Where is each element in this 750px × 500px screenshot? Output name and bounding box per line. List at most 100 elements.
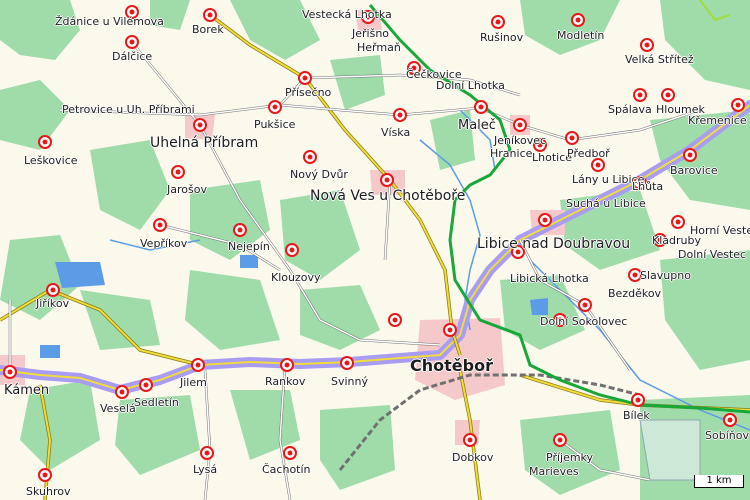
place-marker[interactable]	[723, 413, 737, 427]
place-label-sobinov[interactable]: Sobíňov	[705, 430, 749, 442]
place-label-jeniko[interactable]: Jeníkovec	[494, 135, 546, 147]
place-marker[interactable]	[46, 283, 60, 297]
place-marker[interactable]	[388, 313, 402, 327]
place-marker[interactable]	[340, 356, 354, 370]
place-label-dalcice[interactable]: Dálčice	[112, 51, 152, 63]
place-marker[interactable]	[298, 71, 312, 85]
place-label-zdanice[interactable]: Ždánice u Vilémova	[55, 16, 164, 28]
place-marker[interactable]	[3, 365, 17, 379]
place-label-jersino[interactable]: Jeřišno	[352, 28, 389, 40]
place-marker[interactable]	[640, 38, 654, 52]
place-label-novaves[interactable]: Nová Ves u Chotěboře	[310, 189, 465, 204]
place-marker[interactable]	[491, 15, 505, 29]
place-marker[interactable]	[303, 150, 317, 164]
place-marker[interactable]	[268, 100, 282, 114]
place-marker[interactable]	[233, 223, 247, 237]
place-marker[interactable]	[191, 358, 205, 372]
place-label-borek[interactable]: Borek	[192, 24, 224, 36]
place-label-velkastr[interactable]: Velká Střítež	[625, 54, 694, 66]
place-label-kladruby[interactable]: Kladruby	[652, 235, 701, 247]
place-label-puksice[interactable]: Pukšice	[254, 119, 295, 131]
place-label-jarosov[interactable]: Jarošov	[167, 184, 207, 196]
place-marker[interactable]	[591, 158, 605, 172]
place-label-libickalh[interactable]: Libická Lhotka	[510, 273, 589, 285]
place-label-leskovice[interactable]: Leškovice	[24, 155, 78, 167]
place-marker[interactable]	[125, 35, 139, 49]
place-label-cachotin[interactable]: Čachotín	[262, 464, 311, 476]
map-viewport[interactable]: Ždánice u Vilémova Dálčice Borek Vesteck…	[0, 0, 750, 500]
place-marker[interactable]	[171, 165, 185, 179]
place-label-vesela[interactable]: Veselá	[100, 403, 136, 415]
place-marker[interactable]	[443, 323, 457, 337]
place-marker[interactable]	[280, 358, 294, 372]
place-label-jilem[interactable]: Jilem	[180, 377, 207, 389]
place-marker[interactable]	[631, 393, 645, 407]
place-label-skuhrov[interactable]: Skuhrov	[26, 486, 70, 498]
place-label-dolnivestec[interactable]: Dolní Vestec	[678, 249, 746, 261]
place-marker[interactable]	[633, 88, 647, 102]
place-marker[interactable]	[571, 13, 585, 27]
place-marker[interactable]	[139, 378, 153, 392]
place-label-sucha[interactable]: Suchá u Libice	[566, 198, 646, 210]
place-label-rankov[interactable]: Rankov	[265, 376, 305, 388]
place-label-dolnisok[interactable]: Dolní Sokolovec	[540, 316, 627, 328]
place-marker[interactable]	[115, 385, 129, 399]
place-label-viska[interactable]: Víska	[381, 127, 410, 139]
place-marker[interactable]	[463, 433, 477, 447]
place-marker[interactable]	[683, 148, 697, 162]
place-label-prisecno[interactable]: Přísečno	[285, 87, 331, 99]
place-label-novydvur[interactable]: Nový Dvůr	[290, 169, 348, 181]
place-label-lysa[interactable]: Lysá	[193, 464, 217, 476]
place-label-predbor[interactable]: Předboř	[567, 148, 610, 160]
place-marker[interactable]	[285, 243, 299, 257]
place-marker[interactable]	[474, 100, 488, 114]
place-marker[interactable]	[565, 131, 579, 145]
place-label-jirikov[interactable]: Jiříkov	[36, 298, 69, 310]
place-label-dolnilhotka[interactable]: Dolní Lhotka	[436, 80, 505, 92]
place-marker[interactable]	[538, 213, 552, 227]
place-label-slavupno[interactable]: Slavupno	[640, 270, 691, 282]
place-label-lhotice[interactable]: Lhotice	[532, 152, 572, 164]
place-label-modletin[interactable]: Modletín	[557, 30, 604, 42]
place-marker[interactable]	[38, 468, 52, 482]
place-marker[interactable]	[193, 118, 207, 132]
place-label-kamen[interactable]: Kámen	[4, 384, 49, 398]
place-label-vestecka[interactable]: Vestecká Lhotka	[302, 9, 392, 21]
place-marker[interactable]	[200, 446, 214, 460]
place-marker[interactable]	[153, 218, 167, 232]
place-marker[interactable]	[283, 446, 297, 460]
place-label-dobkov[interactable]: Dobkov	[452, 452, 493, 464]
place-label-lhuta[interactable]: Lhůta	[632, 181, 663, 193]
place-marker[interactable]	[661, 88, 675, 102]
place-label-barovice[interactable]: Barovice	[670, 165, 718, 177]
place-label-bezdekov[interactable]: Bezděkov	[608, 288, 661, 300]
place-label-hranice[interactable]: Hranice	[490, 148, 532, 160]
place-label-prijemky[interactable]: Příjemky	[546, 452, 593, 464]
place-label-petrovice[interactable]: Petrovice u Uh. Příbrami	[62, 104, 195, 116]
place-label-uhelna[interactable]: Uhelná Příbram	[150, 136, 258, 151]
place-marker[interactable]	[513, 118, 527, 132]
place-marker[interactable]	[380, 173, 394, 187]
place-label-nejepin[interactable]: Nejepín	[228, 241, 270, 253]
place-label-chotebor[interactable]: Chotěboř	[410, 357, 493, 374]
place-label-sedletin[interactable]: Sedletín	[134, 397, 179, 409]
place-label-veprikov[interactable]: Vepříkov	[140, 238, 187, 250]
place-label-klouzovy[interactable]: Klouzovy	[271, 272, 321, 284]
place-marker[interactable]	[731, 98, 745, 112]
place-label-herman[interactable]: Heřmaň	[357, 42, 401, 54]
place-marker[interactable]	[553, 433, 567, 447]
place-label-bilek[interactable]: Bílek	[623, 410, 650, 422]
place-marker[interactable]	[38, 135, 52, 149]
place-label-malec[interactable]: Maleč	[458, 119, 496, 133]
place-marker[interactable]	[393, 108, 407, 122]
place-label-libice[interactable]: Libice nad Doubravou	[477, 237, 630, 252]
place-label-marieves[interactable]: Marieves	[529, 466, 579, 478]
place-marker[interactable]	[203, 8, 217, 22]
place-label-svinny[interactable]: Svinný	[331, 376, 368, 388]
place-label-rusinov[interactable]: Rušinov	[480, 32, 523, 44]
place-label-spalava[interactable]: Spálava	[608, 104, 652, 116]
place-marker[interactable]	[578, 298, 592, 312]
place-label-kremenice[interactable]: Křemenice	[688, 115, 747, 127]
place-marker[interactable]	[671, 215, 685, 229]
scale-bar: 1 km	[694, 475, 744, 488]
